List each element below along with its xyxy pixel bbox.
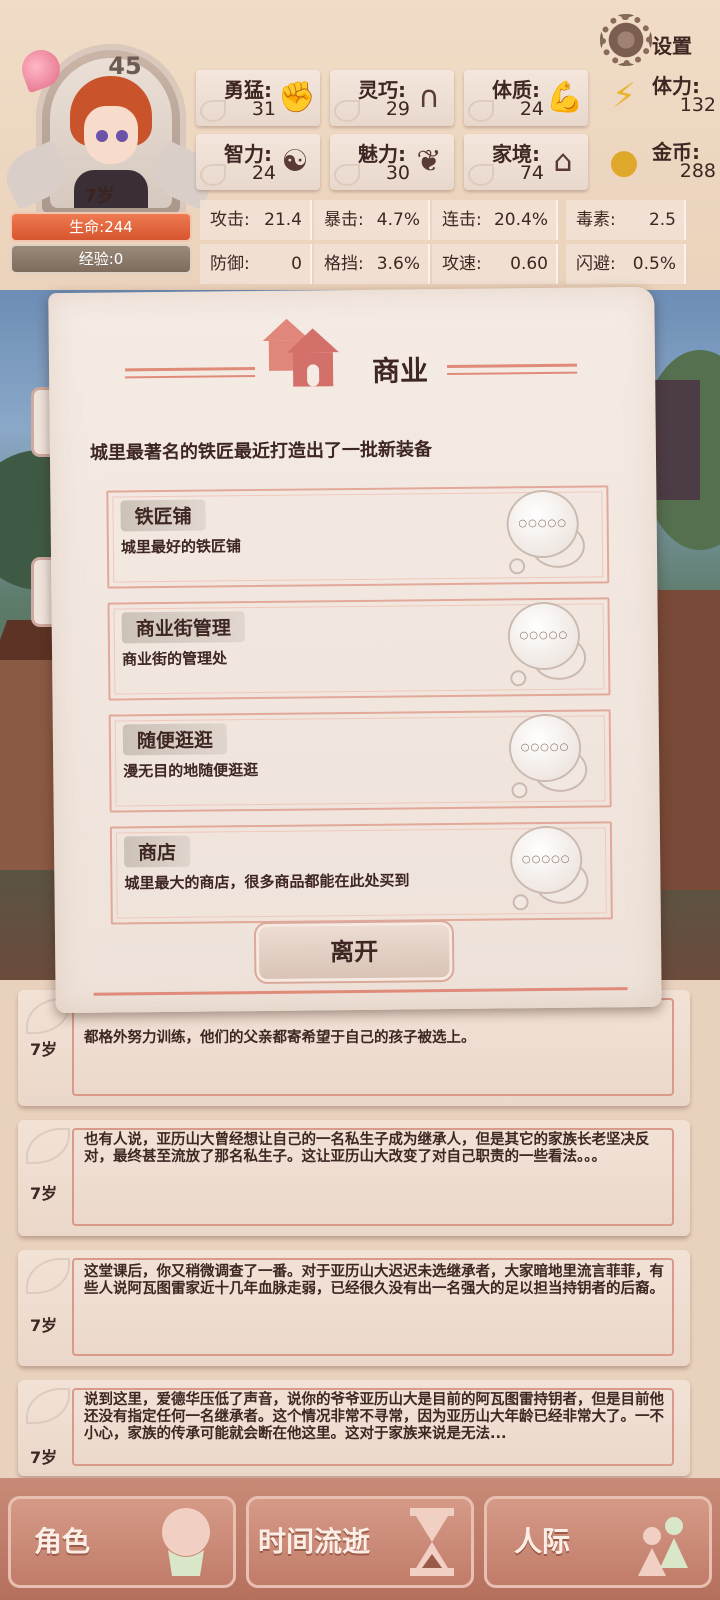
attr-family[interactable]: 家境: 74 ⌂ (464, 134, 588, 190)
nav-label: 人际 (514, 1525, 571, 1558)
stat-defense: 防御: 0 (200, 244, 312, 284)
attr-value: 24 (519, 98, 544, 120)
hourglass-icon (410, 1508, 454, 1576)
speech-bubble-icon: ○○○○○ (510, 715, 580, 781)
commerce-dialog: 商业 城里最著名的铁匠最近打造出了一批新装备 铁匠铺 城里最好的铁匠铺 ○○○○… (48, 286, 662, 1014)
settings-button[interactable]: 设置 (596, 12, 720, 72)
attr-dexterity[interactable]: 灵巧: 29 ∩ (330, 70, 454, 126)
quill-icon (26, 1258, 70, 1294)
log-age: 7岁 (30, 1316, 58, 1335)
option-street-management[interactable]: 商业街管理 商业街的管理处 ○○○○○ (107, 597, 611, 701)
quill-icon (26, 1388, 70, 1424)
leave-button[interactable]: 离开 (258, 925, 450, 980)
level-number: 45 (108, 52, 142, 80)
stat-crit: 暴击: 4.7% (314, 200, 430, 240)
brain-icon: ☯ (281, 144, 309, 179)
log-text: 也有人说，亚历山大曾经想让自己的一名私生子成为继承人，但是其它的家族长老坚决反对… (84, 1132, 650, 1165)
attr-value: 31 (251, 98, 276, 120)
ornament-bottom (93, 987, 628, 999)
settings-label: 设置 (652, 34, 692, 58)
estate-icon: ⌂ (553, 144, 573, 179)
log-entry: 7岁 这堂课后，你又稍微调查了一番。对于亚历山大迟迟未选继承者，大家暗地里流言菲… (18, 1250, 690, 1366)
character-icon (162, 1508, 210, 1576)
status-panel: 45 7岁 生命:244 经验:0 勇猛: 31 ✊ 灵巧: 29 ∩ 体质: … (0, 0, 720, 290)
nav-time-button[interactable]: 时间流逝 (246, 1496, 474, 1588)
people-icon (638, 1517, 688, 1576)
option-name: 商店 (123, 835, 191, 868)
nav-character-button[interactable]: 角色 (8, 1496, 236, 1588)
gold-value: 288 (679, 160, 716, 182)
option-name: 铁匠铺 (120, 499, 206, 532)
option-blacksmith[interactable]: 铁匠铺 城里最好的铁匠铺 ○○○○○ (106, 485, 610, 589)
flower-icon: ❦ (416, 144, 442, 179)
stat-block: 格挡: 3.6% (314, 244, 430, 284)
attr-value: 30 (385, 162, 410, 184)
log-text: 这堂课后，你又稍微调查了一番。对于亚历山大迟迟未选继承者，大家暗地里流言菲菲，有… (84, 1264, 664, 1297)
coin-icon: ● (609, 142, 639, 182)
option-wander[interactable]: 随便逛逛 漫无目的地随便逛逛 ○○○○○ (108, 709, 612, 813)
stat-attack-speed: 攻速: 0.60 (432, 244, 558, 284)
stat-attack: 攻击: 21.4 (200, 200, 312, 240)
attr-value: 29 (385, 98, 410, 120)
attr-bravery[interactable]: 勇猛: 31 ✊ (196, 70, 320, 126)
attr-value: 24 (251, 162, 276, 184)
speech-bubble-icon: ○○○○○ (509, 603, 579, 669)
attr-charm[interactable]: 魅力: 30 ❦ (330, 134, 454, 190)
attr-constitution[interactable]: 体质: 24 💪 (464, 70, 588, 126)
dialog-description: 城里最著名的铁匠最近打造出了一批新装备 (89, 439, 433, 464)
nav-label: 时间流逝 (258, 1525, 371, 1558)
nav-label: 角色 (34, 1525, 91, 1558)
log-age: 7岁 (30, 1040, 58, 1059)
dialog-title: 商业 (371, 354, 429, 388)
lightning-icon: ⚡ (612, 76, 636, 116)
bottom-nav: 角色 时间流逝 人际 (0, 1478, 720, 1600)
option-name: 随便逛逛 (122, 723, 228, 756)
attr-value: 74 (519, 162, 544, 184)
muscle-arm-icon: 💪 (546, 80, 584, 115)
speech-bubble-icon: ○○○○○ (511, 827, 581, 893)
option-desc: 城里最好的铁匠铺 (120, 537, 242, 557)
stamina-display: ⚡ 体力: 132 (600, 66, 720, 122)
option-desc: 城里最大的商店，很多商品都能在此处买到 (124, 871, 410, 893)
log-text: 都格外努力训练，他们的父亲都寄希望于自己的孩子被选上。 (84, 1030, 476, 1046)
stamina-value: 132 (679, 94, 716, 116)
cloak-icon: ∩ (418, 80, 440, 115)
fist-icon: ✊ (278, 80, 316, 115)
option-shop[interactable]: 商店 城里最大的商店，很多商品都能在此处买到 ○○○○○ (109, 821, 613, 925)
option-desc: 商业街的管理处 (121, 649, 228, 669)
stat-combo: 连击: 20.4% (432, 200, 558, 240)
speech-bubble-icon: ○○○○○ (508, 491, 578, 557)
log-age: 7岁 (30, 1448, 58, 1467)
age-tag: 7岁 (84, 186, 115, 207)
combat-stats: 攻击: 21.4 暴击: 4.7% 连击: 20.4% 毒素: 2.5 防御: … (200, 200, 720, 286)
hp-bar: 生命:244 (12, 214, 190, 240)
exp-bar: 经验:0 (12, 246, 190, 272)
gold-display: ● 金币: 288 (600, 132, 720, 188)
gear-icon (600, 14, 652, 66)
log-entry: 7岁 也有人说，亚历山大曾经想让自己的一名私生子成为继承人，但是其它的家族长老坚… (18, 1120, 690, 1236)
stat-poison: 毒素: 2.5 (566, 200, 686, 240)
option-name: 商业街管理 (121, 611, 245, 644)
stat-dodge: 闪避: 0.5% (566, 244, 686, 284)
log-text: 说到这里，爱德华压低了声音，说你的爷爷亚历山大是目前的阿瓦图雷持钥者，但是目前他… (84, 1392, 664, 1442)
option-desc: 漫无目的地随便逛逛 (123, 761, 259, 781)
attr-intelligence[interactable]: 智力: 24 ☯ (196, 134, 320, 190)
log-age: 7岁 (30, 1184, 58, 1203)
nav-social-button[interactable]: 人际 (484, 1496, 712, 1588)
quill-icon (26, 1128, 70, 1164)
log-entry: 7岁 说到这里，爱德华压低了声音，说你的爷爷亚历山大是目前的阿瓦图雷持钥者，但是… (18, 1380, 690, 1476)
